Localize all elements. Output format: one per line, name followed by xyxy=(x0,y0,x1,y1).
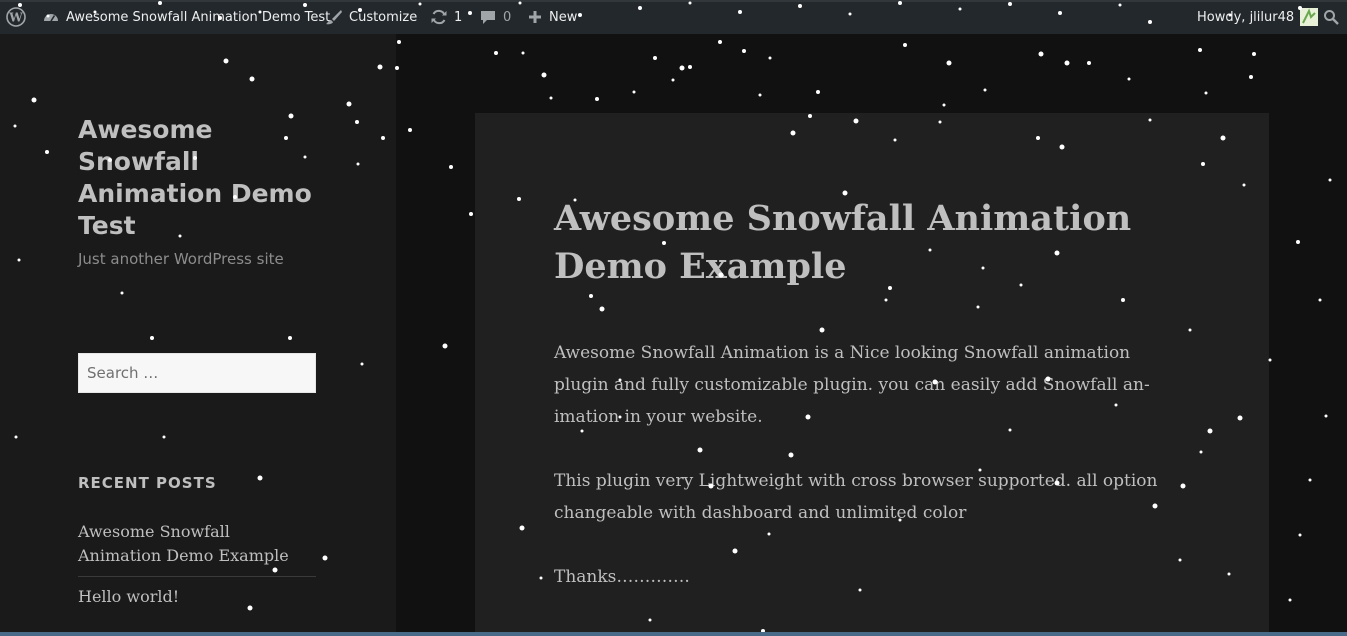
snowflake xyxy=(816,90,820,94)
snowflake xyxy=(494,51,498,55)
list-item: Awesome Snowfall Animation Demo Example xyxy=(78,520,316,577)
customize-label: Customize xyxy=(349,9,418,25)
snowflake xyxy=(442,343,448,349)
snowflake xyxy=(549,96,553,100)
paintbrush-icon xyxy=(326,10,342,25)
site-title[interactable]: Awesome Snowfall Animation Demo Test xyxy=(78,114,318,242)
snowflake xyxy=(983,88,987,92)
howdy-label: Howdy, jlilur48 xyxy=(1197,9,1295,25)
snowflake xyxy=(718,40,722,44)
taskbar-edge xyxy=(0,632,1347,636)
snowflake xyxy=(768,56,772,60)
snowflake xyxy=(521,51,525,55)
entry-paragraph: Awesome Snowfall Animation is a Nice loo… xyxy=(554,343,1150,427)
wordpress-logo-icon: W xyxy=(6,7,26,27)
entry-paragraph: This plugin very Lightweight with cross … xyxy=(554,471,1158,523)
snowflake xyxy=(1288,598,1292,602)
snowflake xyxy=(1198,48,1202,52)
snowflake xyxy=(1038,51,1044,57)
recent-post-link[interactable]: Awesome Snowfall Animation Demo Example xyxy=(78,522,289,565)
site-name-menu[interactable]: Awesome Snowfall Animation Demo Test xyxy=(42,0,330,34)
snowflake xyxy=(1064,60,1070,66)
entry-content: Awesome Snowfall Animation is a Nice loo… xyxy=(554,337,1190,625)
updates-count: 1 xyxy=(454,9,463,25)
comments-count: 0 xyxy=(503,9,512,25)
snowflake xyxy=(1298,533,1302,537)
article: Awesome Snowfall Animation Demo Example … xyxy=(475,113,1269,636)
snowflake xyxy=(1087,61,1091,65)
snowflake xyxy=(758,93,762,97)
dashboard-icon xyxy=(44,14,58,22)
snowflake xyxy=(653,56,657,60)
snowflake xyxy=(1324,414,1328,418)
search-icon xyxy=(1324,10,1339,25)
snowflake xyxy=(1252,52,1256,56)
plus-icon xyxy=(529,11,541,23)
snowflake xyxy=(1328,178,1332,182)
site-description: Just another WordPress site xyxy=(78,250,284,268)
customize-button[interactable]: Customize xyxy=(325,0,417,34)
entry-paragraph: Thanks…………. xyxy=(554,567,690,587)
snowflake xyxy=(1204,91,1208,95)
snowflake xyxy=(742,49,746,53)
comments-button[interactable]: 0 xyxy=(479,0,511,34)
snowflake xyxy=(449,165,453,169)
search-input[interactable] xyxy=(78,353,316,393)
new-label: New xyxy=(549,9,578,25)
comment-bubble-icon xyxy=(481,11,495,24)
snowflake xyxy=(1249,75,1253,79)
list-item: Hello world! xyxy=(78,585,316,617)
snowflake xyxy=(1296,240,1300,244)
entry-title[interactable]: Awesome Snowfall Animation Demo Example xyxy=(554,195,1174,291)
my-account-menu[interactable]: Howdy, jlilur48 xyxy=(1197,0,1319,34)
recent-post-link[interactable]: Hello world! xyxy=(78,587,179,606)
avatar xyxy=(1300,8,1319,26)
new-content-button[interactable]: New xyxy=(527,0,577,34)
snowflake xyxy=(688,65,692,69)
recent-posts-heading: RECENT POSTS xyxy=(78,474,217,492)
snowflake xyxy=(1127,77,1131,81)
sidebar: Awesome Snowfall Animation Demo Test Jus… xyxy=(0,34,396,636)
updates-icon xyxy=(431,9,447,25)
snowflake xyxy=(671,78,675,82)
svg-text:W: W xyxy=(8,11,23,25)
snowflake xyxy=(408,128,412,132)
snowflake xyxy=(942,103,946,107)
updates-button[interactable]: 1 xyxy=(430,0,462,34)
wordpress-logo-button[interactable]: W xyxy=(6,0,26,34)
snowflake xyxy=(946,60,952,66)
snowflake xyxy=(541,72,547,78)
admin-bar: W Awesome Snowfall Animation Demo Test C… xyxy=(0,0,1347,34)
site-name-label: Awesome Snowfall Animation Demo Test xyxy=(66,9,331,25)
snowflake xyxy=(397,40,401,44)
snowflake xyxy=(632,90,636,94)
admin-search-button[interactable] xyxy=(1323,0,1339,34)
snowflake xyxy=(595,97,599,101)
snowflake xyxy=(679,65,685,71)
snowflake xyxy=(1308,478,1312,482)
snowflake xyxy=(469,212,473,216)
snowflake xyxy=(903,43,907,47)
recent-posts-list: Awesome Snowfall Animation Demo Example … xyxy=(78,520,316,625)
snowflake xyxy=(1318,298,1322,302)
